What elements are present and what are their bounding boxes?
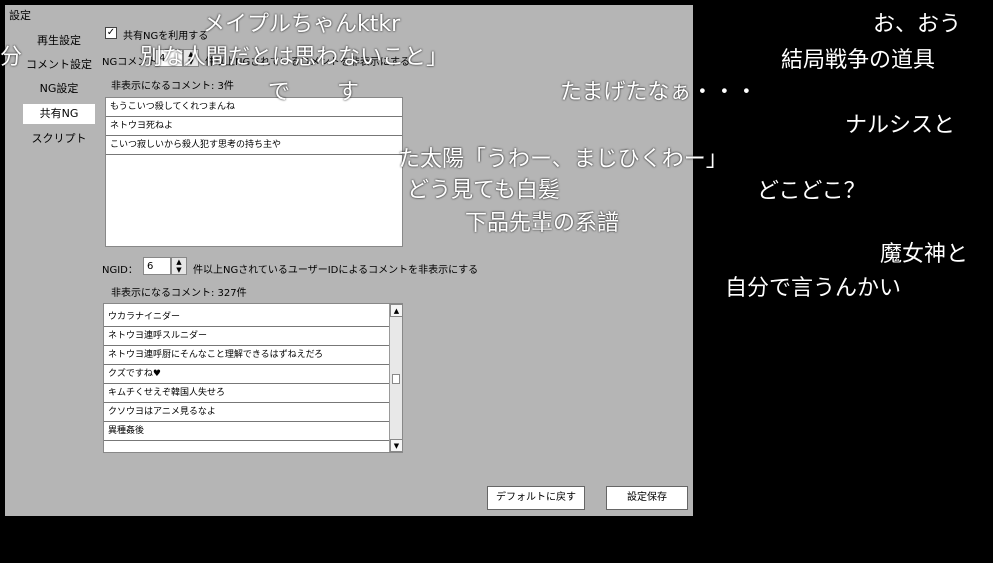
tab-script[interactable]: スクリプト	[23, 129, 95, 149]
list-item[interactable]: もうこいつ殺してくれつまんね	[106, 98, 402, 117]
ngid-stepper[interactable]: ▲ ▼	[171, 257, 187, 275]
list-item[interactable]: こいつ寂しいから殺人犯す思考の持ち主や	[106, 136, 402, 155]
ng-comment-suffix: 件以上NGされているコメントを非表示にする	[205, 57, 411, 68]
list-item[interactable]: クズですね♥	[104, 365, 389, 384]
list-item[interactable]: ネトウヨ連呼スルニダー	[104, 327, 389, 346]
overlay-comment: 結局戦争の道具	[781, 48, 936, 73]
ng-comment-stepper[interactable]: ▲ ▼	[183, 49, 199, 67]
list-item[interactable]: 異種姦後	[104, 422, 389, 441]
scroll-thumb[interactable]	[392, 374, 400, 384]
ng-comment-input[interactable]: 4	[155, 49, 183, 67]
hidden-ids-count: 非表示になるコメント: 327件	[111, 288, 247, 299]
list-item[interactable]: ネトウヨ連呼厨にそんなこと理解できるはずねえだろ	[104, 346, 389, 365]
ngid-suffix: 件以上NGされているユーザーIDによるコメントを非表示にする	[193, 265, 479, 276]
hidden-comments-count: 非表示になるコメント: 3件	[111, 81, 234, 92]
reset-default-button[interactable]: デフォルトに戻す	[487, 486, 585, 510]
scroll-up-icon[interactable]: ▲	[390, 304, 402, 317]
use-shared-ng-label: 共有NGを利用する	[123, 31, 209, 42]
up-down-arrows-icon: ▲ ▼	[188, 50, 194, 66]
overlay-comment: お、おう	[873, 12, 962, 37]
overlay-comment: 魔女神と	[880, 242, 969, 267]
settings-panel: 設定 再生設定 コメント設定 NG設定 共有NG スクリプト ✓ 共有NGを利用…	[5, 5, 693, 516]
list-item[interactable]: ネトウヨ死ねよ	[106, 117, 402, 136]
save-settings-button[interactable]: 設定保存	[606, 486, 688, 510]
scroll-down-icon[interactable]: ▼	[390, 439, 402, 452]
list-item[interactable]: クソウヨはアニメ見るなよ	[104, 403, 389, 422]
tab-comment[interactable]: コメント設定	[23, 55, 95, 75]
ng-comment-label: NGコメント	[102, 57, 158, 68]
ngid-comment-list[interactable]: ウカラナイニダー ネトウヨ連呼スルニダー ネトウヨ連呼厨にそんなこと理解できるは…	[103, 303, 403, 453]
overlay-comment: ナルシスと	[845, 113, 956, 138]
list-scrollbar[interactable]: ▲ ▼	[389, 304, 402, 452]
list-item[interactable]: キムチくせえぞ韓国人失せろ	[104, 384, 389, 403]
panel-title: 設定	[9, 9, 31, 22]
use-shared-ng-checkbox[interactable]: ✓	[105, 27, 117, 39]
tab-shared-ng[interactable]: 共有NG	[23, 104, 95, 124]
tab-playback[interactable]: 再生設定	[23, 31, 95, 51]
ngid-input[interactable]: 6	[143, 257, 171, 275]
tab-ng[interactable]: NG設定	[23, 79, 95, 99]
ng-comment-list[interactable]: もうこいつ殺してくれつまんね ネトウヨ死ねよ こいつ寂しいから殺人犯す思考の持ち…	[105, 97, 403, 247]
up-down-arrows-icon: ▲ ▼	[176, 258, 182, 274]
overlay-comment: 自分で言うんかい	[725, 276, 902, 301]
ngid-label: NGID：	[102, 265, 138, 276]
list-item[interactable]: ウカラナイニダー	[104, 308, 389, 327]
overlay-comment: どこどこ？	[757, 179, 866, 204]
